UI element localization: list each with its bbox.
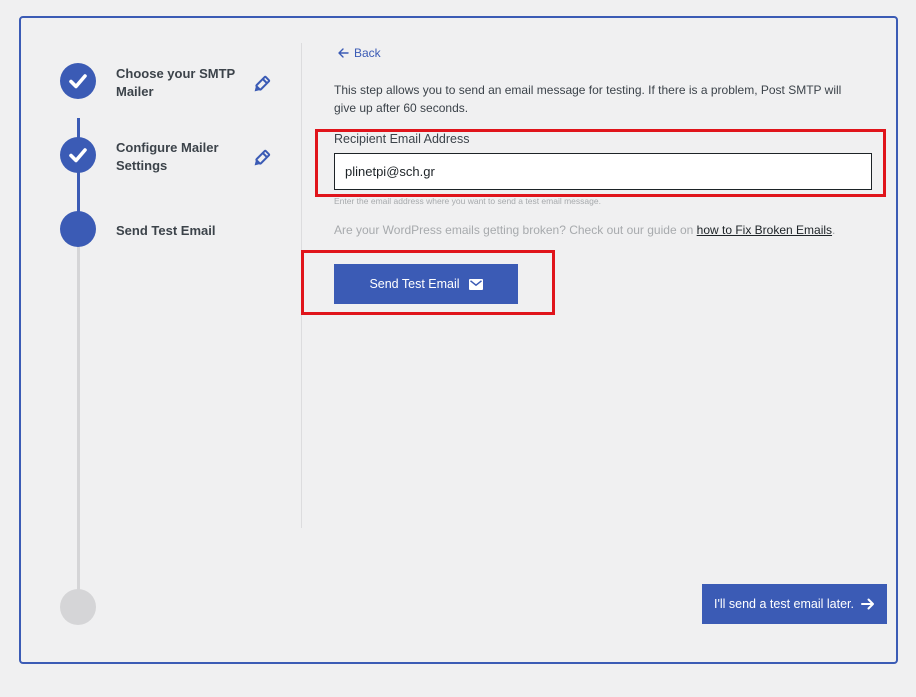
- recipient-email-label: Recipient Email Address: [334, 132, 470, 146]
- edit-step-1-pencil-icon[interactable]: [251, 75, 271, 95]
- guide-text-suffix: .: [832, 223, 836, 237]
- broken-emails-guide: Are your WordPress emails getting broken…: [334, 223, 835, 237]
- checkmark-icon: [69, 148, 87, 163]
- send-test-email-later-button[interactable]: I'll send a test email later.: [702, 584, 887, 624]
- send-test-email-button-label: Send Test Email: [369, 277, 460, 291]
- step-1-status-circle: [60, 63, 96, 99]
- checkmark-icon: [69, 74, 87, 89]
- arrow-right-icon: [860, 598, 874, 610]
- column-divider: [301, 43, 302, 528]
- step-4-status-circle: [60, 589, 96, 625]
- step-3-status-circle: [60, 211, 96, 247]
- recipient-email-help: Enter the email address where you want t…: [334, 196, 601, 206]
- back-link[interactable]: Back: [338, 46, 381, 60]
- envelope-icon: [468, 278, 483, 290]
- arrow-left-icon: [338, 48, 349, 58]
- progress-line-pending: [77, 246, 80, 606]
- step-description: This step allows you to send an email me…: [334, 83, 842, 115]
- recipient-email-input[interactable]: [334, 153, 872, 190]
- guide-text-prefix: Are your WordPress emails getting broken…: [334, 223, 697, 237]
- step-2-label: Configure Mailer Settings: [116, 140, 219, 173]
- back-link-label: Back: [354, 46, 381, 60]
- fix-broken-emails-link[interactable]: how to Fix Broken Emails: [697, 223, 832, 237]
- step-1-label: Choose your SMTP Mailer: [116, 66, 235, 99]
- setup-wizard-panel: Choose your SMTP Mailer Configure Mailer…: [19, 16, 898, 664]
- step-2-status-circle: [60, 137, 96, 173]
- send-test-email-button[interactable]: Send Test Email: [334, 264, 518, 304]
- send-later-button-label: I'll send a test email later.: [714, 597, 854, 611]
- step-3-label: Send Test Email: [116, 223, 216, 238]
- edit-step-2-pencil-icon[interactable]: [251, 149, 271, 169]
